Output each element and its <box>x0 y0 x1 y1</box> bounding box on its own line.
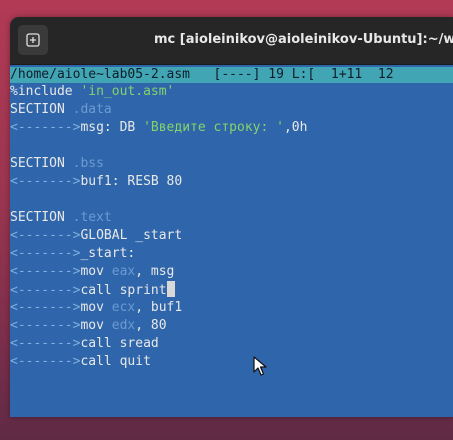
tab-marker: <-------> <box>10 120 81 135</box>
code-token: ecx <box>111 300 136 315</box>
code-line[interactable]: <------->mov eax, msg <box>10 263 453 281</box>
tab-marker: <-------> <box>10 354 81 369</box>
code-token: ,0h <box>283 120 308 135</box>
terminal-window: mc [aioleinikov@aioleinikov-Ubuntu]:~/wo… <box>10 17 453 417</box>
mouse-pointer-icon <box>253 356 267 376</box>
code-line[interactable]: <------->msg: DB 'Введите строку: ',0h <box>10 119 453 137</box>
code-token: buf1: RESB 80 <box>80 174 183 189</box>
code-token: , 80 <box>135 318 167 333</box>
code-token: %include <box>10 84 81 99</box>
tab-marker: <-------> <box>10 174 81 189</box>
status-mode: [----] <box>213 67 261 82</box>
text-cursor <box>166 281 175 297</box>
status-path: /home/aiole~lab05-2.asm <box>10 67 191 82</box>
editor-text-area[interactable]: %include 'in_out.asm' SECTION .data <-----… <box>10 83 453 371</box>
tab-marker: <-------> <box>10 283 81 298</box>
code-token: .text <box>72 210 112 225</box>
titlebar: mc [aioleinikov@aioleinikov-Ubuntu]:~/wo… <box>10 17 453 65</box>
code-token: 'Введите строку: ' <box>143 120 284 135</box>
code-token: call sread <box>80 336 159 351</box>
code-token: SECTION <box>10 156 73 171</box>
code-token: _start: <box>80 246 136 261</box>
code-token: mov <box>80 318 112 333</box>
code-line[interactable]: SECTION .text <box>10 209 453 227</box>
code-token: eax <box>111 264 136 279</box>
code-line[interactable] <box>10 137 453 155</box>
code-line[interactable]: SECTION .data <box>10 101 453 119</box>
code-token: , buf1 <box>135 300 183 315</box>
tab-marker: <-------> <box>10 264 81 279</box>
status-column: 19 <box>268 67 284 82</box>
terminal-content[interactable]: /home/aiole~lab05-2.asm [----] 19 L:[ 1+… <box>10 65 453 417</box>
new-tab-button[interactable] <box>18 25 48 55</box>
window-title: mc [aioleinikov@aioleinikov-Ubuntu]:~/wo… <box>154 32 453 47</box>
code-line[interactable]: <------->mov edx, 80 <box>10 317 453 335</box>
code-token: SECTION <box>10 210 73 225</box>
tab-marker: <-------> <box>10 318 81 333</box>
code-line[interactable]: <------->call quit <box>10 353 453 371</box>
editor-status-line: /home/aiole~lab05-2.asm [----] 19 L:[ 1+… <box>10 67 453 83</box>
code-token: GLOBAL _start <box>80 228 183 243</box>
status-line-num: 12 <box>377 67 394 82</box>
tab-marker: <-------> <box>10 228 81 243</box>
code-token: .data <box>72 102 112 117</box>
code-line[interactable] <box>10 191 453 209</box>
code-token: call sprint <box>80 283 167 298</box>
code-token: msg: DB <box>80 120 144 135</box>
tab-marker: <-------> <box>10 300 81 315</box>
code-token: .bss <box>72 156 104 171</box>
code-line[interactable]: <------->buf1: RESB 80 <box>10 173 453 191</box>
status-line-label: L:[ <box>291 67 316 82</box>
code-line[interactable]: <------->call sread <box>10 335 453 353</box>
code-line[interactable]: <------->call sprint <box>10 281 453 299</box>
tab-marker: <-------> <box>10 336 81 351</box>
tab-marker: <-------> <box>10 246 81 261</box>
code-token: call quit <box>80 354 151 369</box>
code-token: edx <box>111 318 136 333</box>
code-line[interactable]: %include 'in_out.asm' <box>10 83 453 101</box>
code-token: mov <box>80 264 112 279</box>
new-tab-icon <box>26 33 40 47</box>
code-line[interactable]: <------->mov ecx, buf1 <box>10 299 453 317</box>
code-line[interactable]: <------->_start: <box>10 245 453 263</box>
status-line-pos: 1+11 <box>330 67 363 82</box>
code-token: 'in_out.asm' <box>80 84 175 99</box>
code-line[interactable]: <------->GLOBAL _start <box>10 227 453 245</box>
code-token: SECTION <box>10 102 73 117</box>
code-line[interactable]: SECTION .bss <box>10 155 453 173</box>
code-token: mov <box>80 300 112 315</box>
code-token: , msg <box>135 264 175 279</box>
